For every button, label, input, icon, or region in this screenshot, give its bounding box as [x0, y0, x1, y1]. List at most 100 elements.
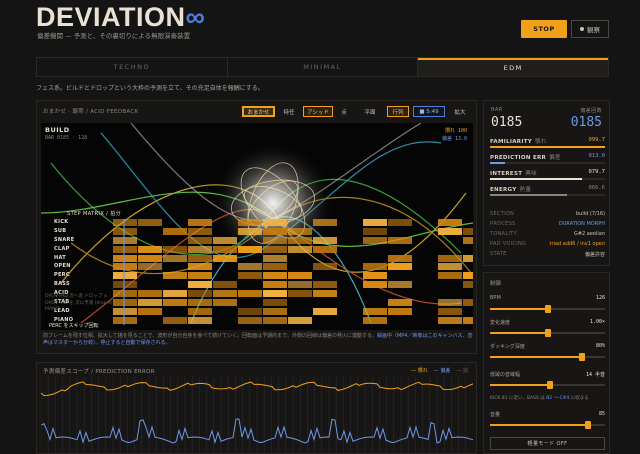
matrix-step[interactable] [438, 299, 462, 307]
matrix-step[interactable] [238, 219, 262, 226]
matrix-step[interactable] [213, 299, 237, 307]
matrix-step[interactable] [188, 281, 212, 289]
matrix-step[interactable] [288, 245, 312, 253]
matrix-step[interactable] [113, 281, 137, 289]
record-time-button[interactable]: ■ 5:49 [413, 106, 445, 117]
matrix-step[interactable] [388, 307, 412, 315]
matrix-step[interactable] [438, 307, 462, 315]
tokusei-button[interactable]: 特任 [279, 106, 299, 117]
matrix-step[interactable] [188, 272, 212, 280]
observe-button[interactable]: 観察 [571, 20, 609, 38]
slider-track[interactable] [490, 353, 605, 361]
matrix-step[interactable] [288, 236, 312, 244]
slider-track[interactable] [490, 381, 605, 389]
omakase-button[interactable]: おまかせ [242, 106, 275, 117]
slider[interactable]: 低域の音域幅 14 半音 [490, 371, 605, 391]
matrix-step[interactable] [263, 307, 287, 315]
matrix-step[interactable] [438, 254, 462, 262]
matrix-step[interactable] [288, 316, 312, 324]
matrix-step[interactable] [138, 254, 162, 262]
matrix-step[interactable] [438, 219, 462, 226]
slider[interactable]: ダッキング深度 80% [490, 343, 605, 363]
matrix-step[interactable] [313, 245, 337, 253]
matrix-step[interactable] [288, 290, 312, 298]
matrix-step[interactable] [288, 272, 312, 280]
matrix-step[interactable] [363, 263, 387, 271]
matrix-step[interactable] [263, 219, 287, 226]
ten-button[interactable]: 点 [337, 106, 351, 117]
matrix-step[interactable] [288, 281, 312, 289]
matrix-step[interactable] [213, 245, 237, 253]
slider-track[interactable] [490, 329, 605, 337]
matrix-step[interactable] [313, 290, 337, 298]
matrix-step[interactable] [163, 316, 187, 324]
matrix-step[interactable] [313, 307, 337, 315]
matrix-step[interactable] [138, 307, 162, 315]
matrix-step[interactable] [163, 299, 187, 307]
matrix-step[interactable] [138, 245, 162, 253]
acid-button[interactable]: アシッド [303, 106, 333, 117]
matrix-step[interactable] [388, 299, 412, 307]
matrix-step[interactable] [188, 254, 212, 262]
matrix-step[interactable] [188, 236, 212, 244]
matrix-step[interactable] [138, 263, 162, 271]
matrix-step[interactable] [188, 290, 212, 298]
tab-edm[interactable]: EDM [418, 58, 609, 76]
slider[interactable]: 音量 85 [490, 411, 605, 431]
matrix-step[interactable] [388, 236, 412, 244]
matrix-step[interactable] [213, 254, 237, 262]
slider-knob[interactable] [544, 329, 551, 337]
matrix-step[interactable] [188, 307, 212, 315]
matrix-step[interactable] [363, 316, 387, 324]
matrix-step[interactable] [113, 290, 137, 298]
matrix-step[interactable] [113, 299, 137, 307]
slider-knob[interactable] [546, 381, 553, 389]
matrix-step[interactable] [238, 245, 262, 253]
matrix-step[interactable] [363, 236, 387, 244]
matrix-step[interactable] [363, 307, 387, 315]
matrix-step[interactable] [263, 281, 287, 289]
matrix-step[interactable] [313, 263, 337, 271]
matrix-step[interactable] [463, 272, 473, 280]
matrix-step[interactable] [388, 219, 412, 226]
matrix-step[interactable] [213, 290, 237, 298]
matrix-step[interactable] [463, 254, 473, 262]
matrix-step[interactable] [263, 254, 287, 262]
matrix-step[interactable] [263, 290, 287, 298]
matrix-step[interactable] [213, 236, 237, 244]
matrix-step[interactable] [263, 316, 287, 324]
matrix-step[interactable] [163, 272, 187, 280]
slider-knob[interactable] [584, 421, 591, 429]
heimen-button[interactable]: 平面 [357, 106, 383, 117]
matrix-step[interactable] [463, 316, 473, 324]
matrix-step[interactable] [163, 254, 187, 262]
matrix-step[interactable] [263, 236, 287, 244]
matrix-step[interactable] [463, 281, 473, 289]
matrix-step[interactable] [238, 307, 262, 315]
slider-knob[interactable] [544, 305, 551, 313]
slider-track[interactable] [490, 305, 605, 313]
matrix-step[interactable] [313, 236, 337, 244]
matrix-step[interactable] [363, 272, 387, 280]
stop-button[interactable]: STOP [521, 20, 567, 38]
matrix-step[interactable] [213, 281, 237, 289]
visualizer-canvas[interactable]: BUILD BAR 0185 · 128 慣れ 100 偏差 13.0 STEP… [41, 123, 473, 330]
matrix-step[interactable] [113, 307, 137, 315]
matrix-step[interactable] [363, 281, 387, 289]
matrix-step[interactable] [388, 263, 412, 271]
matrix-step[interactable] [113, 263, 137, 271]
matrix-step[interactable] [438, 263, 462, 271]
matrix-step[interactable] [138, 299, 162, 307]
matrix-step[interactable] [263, 245, 287, 253]
matrix-step[interactable] [113, 236, 137, 244]
matrix-step[interactable] [238, 316, 262, 324]
matrix-step[interactable] [463, 299, 473, 307]
matrix-step[interactable] [188, 299, 212, 307]
tab-techno[interactable]: TECHNO [37, 58, 228, 76]
matrix-step[interactable] [188, 245, 212, 253]
matrix-step[interactable] [138, 290, 162, 298]
matrix-step[interactable] [263, 272, 287, 280]
matrix-step[interactable] [138, 219, 162, 226]
gyoretsu-button[interactable]: 行列 [387, 106, 409, 117]
matrix-step[interactable] [113, 227, 137, 235]
